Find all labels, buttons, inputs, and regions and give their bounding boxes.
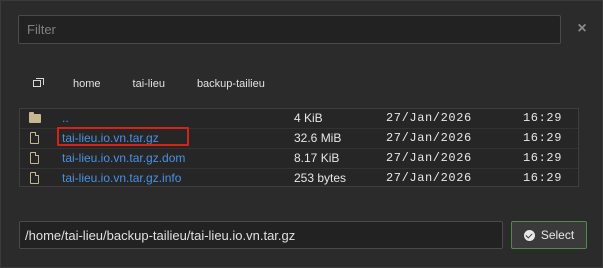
breadcrumb-root[interactable] bbox=[23, 73, 57, 95]
file-name[interactable]: tai-lieu.io.vn.tar.gz.dom bbox=[62, 149, 185, 168]
filter-input[interactable] bbox=[18, 15, 561, 44]
close-icon[interactable]: × bbox=[573, 18, 591, 40]
file-date: 27/Jan/2026 bbox=[386, 171, 472, 185]
file-date: 27/Jan/2026 bbox=[386, 111, 472, 125]
file-row-selected[interactable]: tai-lieu.io.vn.tar.gz 32.6 MiB 27/Jan/20… bbox=[20, 127, 578, 149]
file-time: 16:29 bbox=[523, 131, 563, 145]
file-size: 4 KiB bbox=[294, 111, 323, 125]
file-size: 253 bytes bbox=[294, 171, 347, 185]
file-date: 27/Jan/2026 bbox=[386, 151, 472, 165]
breadcrumb-item-home[interactable]: home bbox=[57, 73, 117, 95]
file-time: 16:29 bbox=[523, 171, 563, 185]
file-size: 32.6 MiB bbox=[294, 131, 342, 145]
file-row[interactable]: tai-lieu.io.vn.tar.gz.dom 8.17 KiB 27/Ja… bbox=[20, 149, 578, 169]
file-name[interactable]: tai-lieu.io.vn.tar.gz bbox=[62, 129, 159, 148]
select-button-label: Select bbox=[540, 228, 575, 242]
breadcrumb-item-backup-tailieu[interactable]: backup-tailieu bbox=[181, 73, 281, 95]
path-input[interactable] bbox=[19, 221, 503, 249]
file-icon bbox=[30, 172, 39, 184]
select-button[interactable]: Select bbox=[511, 221, 587, 249]
breadcrumb-item-tai-lieu[interactable]: tai-lieu bbox=[117, 73, 181, 95]
file-time: 16:29 bbox=[523, 111, 563, 125]
file-icon bbox=[30, 152, 39, 164]
file-picker-dialog: × home tai-lieu backup-tailieu .. 4 KiB … bbox=[0, 0, 603, 268]
file-icon bbox=[30, 132, 39, 144]
file-list: .. 4 KiB 27/Jan/2026 16:29 tai-lieu.io.v… bbox=[19, 108, 579, 187]
file-row-parent[interactable]: .. 4 KiB 27/Jan/2026 16:29 bbox=[20, 109, 578, 129]
check-circle-icon bbox=[523, 229, 535, 241]
breadcrumb: home tai-lieu backup-tailieu bbox=[23, 73, 281, 95]
file-name: .. bbox=[62, 111, 69, 125]
file-size: 8.17 KiB bbox=[294, 151, 340, 165]
file-row[interactable]: tai-lieu.io.vn.tar.gz.info 253 bytes 27/… bbox=[20, 169, 578, 188]
folder-icon bbox=[29, 112, 41, 123]
file-date: 27/Jan/2026 bbox=[386, 131, 472, 145]
file-name[interactable]: tai-lieu.io.vn.tar.gz.info bbox=[62, 169, 181, 188]
file-time: 16:29 bbox=[523, 151, 563, 165]
